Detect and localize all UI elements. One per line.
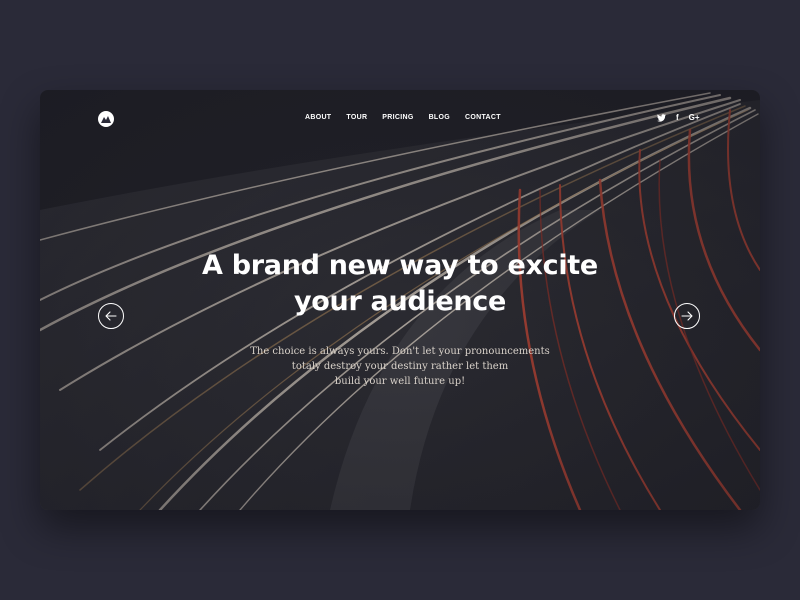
hero-card: ABOUT TOUR PRICING BLOG CONTACT f G+ A b…: [40, 90, 760, 510]
google-plus-icon[interactable]: G+: [689, 112, 700, 124]
next-slide-button[interactable]: [674, 303, 700, 329]
previous-slide-button[interactable]: [98, 303, 124, 329]
hero-headline: A brand new way to excite your audience: [100, 248, 700, 320]
menu-item-pricing[interactable]: PRICING: [382, 114, 413, 121]
twitter-icon[interactable]: [657, 114, 666, 122]
menu-item-about[interactable]: ABOUT: [305, 114, 331, 121]
facebook-icon[interactable]: f: [676, 112, 679, 124]
arrow-left-icon: [105, 311, 117, 321]
mountain-logo-icon: [101, 116, 111, 123]
top-nav: ABOUT TOUR PRICING BLOG CONTACT f G+: [40, 90, 760, 150]
menu-item-contact[interactable]: CONTACT: [465, 114, 501, 121]
main-menu: ABOUT TOUR PRICING BLOG CONTACT: [305, 114, 501, 121]
social-links: f G+: [657, 112, 700, 124]
subtext-line-2: totaly destroy your destiny rather let t…: [291, 361, 509, 372]
subtext-line-3: build your well future up!: [334, 376, 466, 387]
hero-subtext: The choice is always yours. Don't let yo…: [200, 344, 600, 389]
arrow-right-icon: [681, 311, 693, 321]
menu-item-tour[interactable]: TOUR: [346, 114, 367, 121]
headline-line-1: A brand new way to excite: [202, 250, 598, 281]
menu-item-blog[interactable]: BLOG: [429, 114, 450, 121]
logo[interactable]: [98, 111, 114, 127]
subtext-line-1: The choice is always yours. Don't let yo…: [250, 346, 550, 357]
headline-line-2: your audience: [293, 286, 507, 317]
